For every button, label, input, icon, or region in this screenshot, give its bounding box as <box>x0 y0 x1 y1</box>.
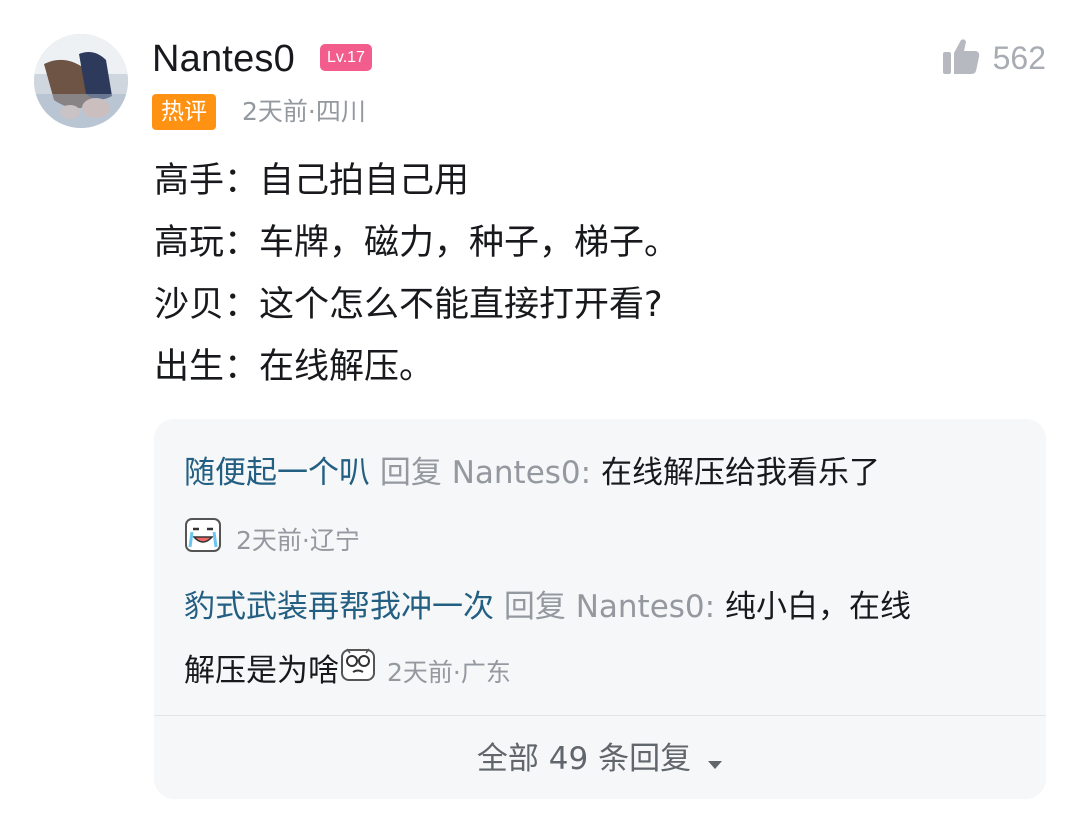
reply-meta: 2天前·辽宁 <box>236 525 360 555</box>
comment-line: 高手：自己拍自己用 <box>154 161 470 201</box>
reply-text: 在线解压给我看乐了 <box>600 455 880 491</box>
comment-line: 沙贝：这个怎么不能直接打开看? <box>154 285 663 325</box>
reply-panel: 随便起一个叭 回复 Nantes0: 在线解压给我看乐了 2天前·辽宁 豹式武装… <box>154 419 1046 799</box>
dizzy-face-sticker <box>339 641 377 705</box>
avatar[interactable] <box>34 34 128 128</box>
comment-content: 高手：自己拍自己用 高玩：车牌，磁力，种子，梯子。 沙贝：这个怎么不能直接打开看… <box>154 150 679 398</box>
reply-word: 回复 <box>379 455 442 491</box>
level-badge: Lv.17 <box>320 44 372 71</box>
reply-item[interactable]: 豹式武装再帮我冲一次 回复 Nantes0: 纯小白，在线 解压是为啥 2天前·… <box>184 575 1016 705</box>
reply-text: 解压是为啥 <box>184 653 339 689</box>
reply-username[interactable]: 豹式武装再帮我冲一次 <box>184 589 494 625</box>
comment-line: 出生：在线解压。 <box>154 347 435 387</box>
caret-down-icon <box>707 737 723 785</box>
divider <box>154 715 1046 716</box>
reply-username[interactable]: 随便起一个叭 <box>184 455 370 491</box>
thumbs-up-icon <box>941 36 981 80</box>
view-all-replies-label: 全部 49 条回复 <box>476 741 692 777</box>
like-count: 562 <box>992 39 1046 76</box>
comment-line: 高玩：车牌，磁力，种子，梯子。 <box>154 223 680 263</box>
reply-text: 纯小白，在线 <box>724 589 911 625</box>
hot-badge: 热评 <box>152 94 216 130</box>
reply-meta: 2天前·广东 <box>387 657 511 687</box>
comment-meta: 2天前·四川 <box>242 97 366 126</box>
reply-meta-row: 2天前·辽宁 <box>184 517 360 564</box>
username[interactable]: Nantes0 <box>152 34 295 84</box>
reply-word: 回复 <box>503 589 566 625</box>
crying-laugh-sticker <box>184 517 222 564</box>
reply-target[interactable]: Nantes0: <box>576 589 715 625</box>
view-all-replies-button[interactable]: 全部 49 条回复 <box>154 735 1046 785</box>
reply-target[interactable]: Nantes0: <box>452 455 591 491</box>
reply-item[interactable]: 随便起一个叭 回复 Nantes0: 在线解压给我看乐了 <box>184 441 1016 505</box>
like-button[interactable]: 562 <box>941 36 1046 80</box>
